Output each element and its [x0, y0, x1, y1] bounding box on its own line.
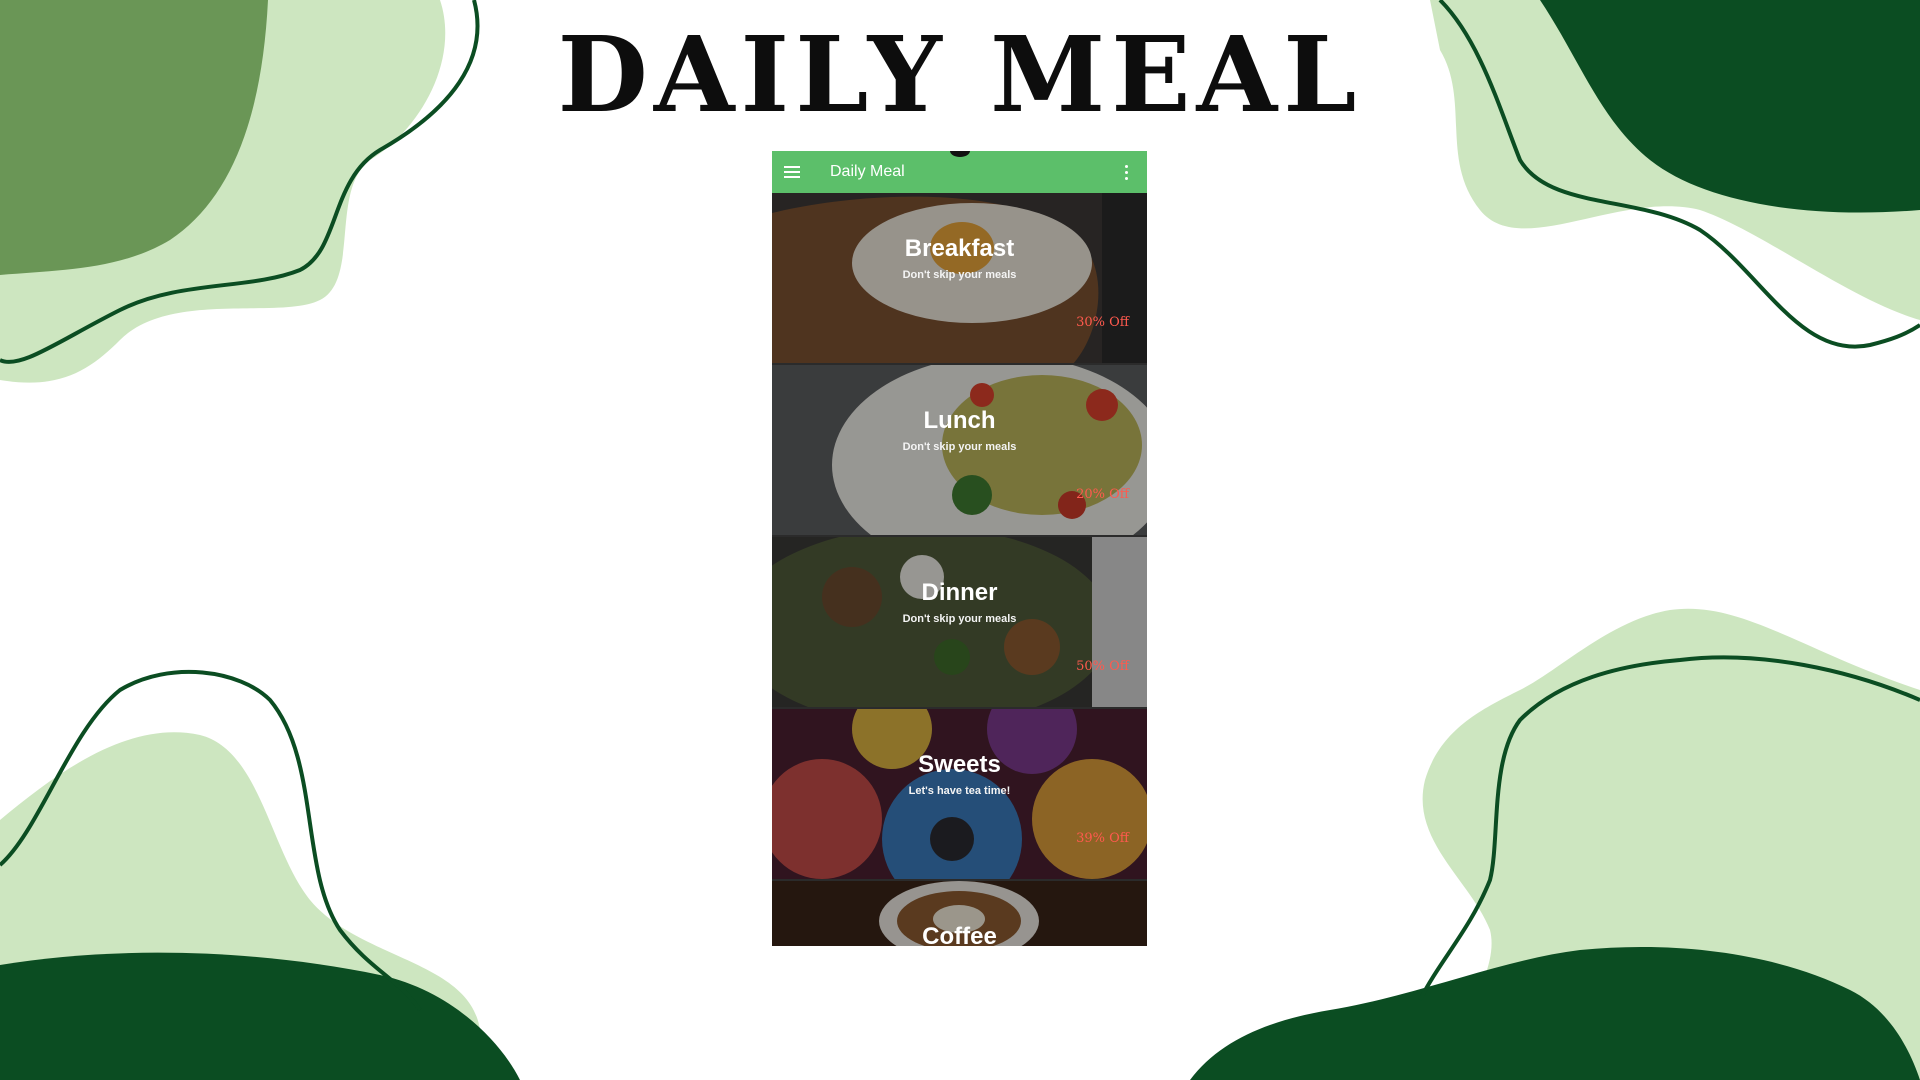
category-list: Breakfast Don't skip your meals 30% Off …: [772, 193, 1147, 946]
category-title: Lunch: [923, 407, 996, 434]
category-card-dinner[interactable]: Dinner Don't skip your meals 50% Off: [772, 537, 1147, 709]
discount-label: 39% Off: [1076, 831, 1129, 846]
category-card-coffee[interactable]: Coffee: [772, 881, 1147, 946]
hamburger-menu-icon[interactable]: [784, 165, 802, 179]
category-subtitle: Don't skip your meals: [902, 613, 1017, 625]
phone-screen: Daily Meal Breakfast Don't skip your mea…: [772, 151, 1147, 946]
category-title: Breakfast: [904, 235, 1015, 262]
bottom-left-dark-blob: [0, 952, 520, 1080]
category-card-lunch[interactable]: Lunch Don't skip your meals 20% Off: [772, 365, 1147, 537]
category-subtitle: Don't skip your meals: [902, 269, 1017, 281]
category-card-sweets[interactable]: Sweets Let's have tea time! 39% Off: [772, 709, 1147, 881]
app-title: Daily Meal: [830, 163, 905, 180]
more-vertical-icon[interactable]: [1125, 164, 1129, 180]
discount-label: 20% Off: [1076, 487, 1129, 502]
category-title: Sweets: [918, 751, 1001, 778]
discount-label: 30% Off: [1076, 315, 1129, 330]
category-title: Dinner: [921, 579, 998, 606]
app-bar: Daily Meal: [772, 151, 1147, 193]
category-subtitle: Don't skip your meals: [902, 441, 1017, 453]
category-subtitle: Let's have tea time!: [908, 785, 1011, 797]
category-title: Coffee: [922, 923, 997, 946]
discount-label: 50% Off: [1076, 659, 1129, 674]
page-title: DAILY MEAL: [557, 13, 1363, 136]
category-card-breakfast[interactable]: Breakfast Don't skip your meals 30% Off: [772, 193, 1147, 365]
